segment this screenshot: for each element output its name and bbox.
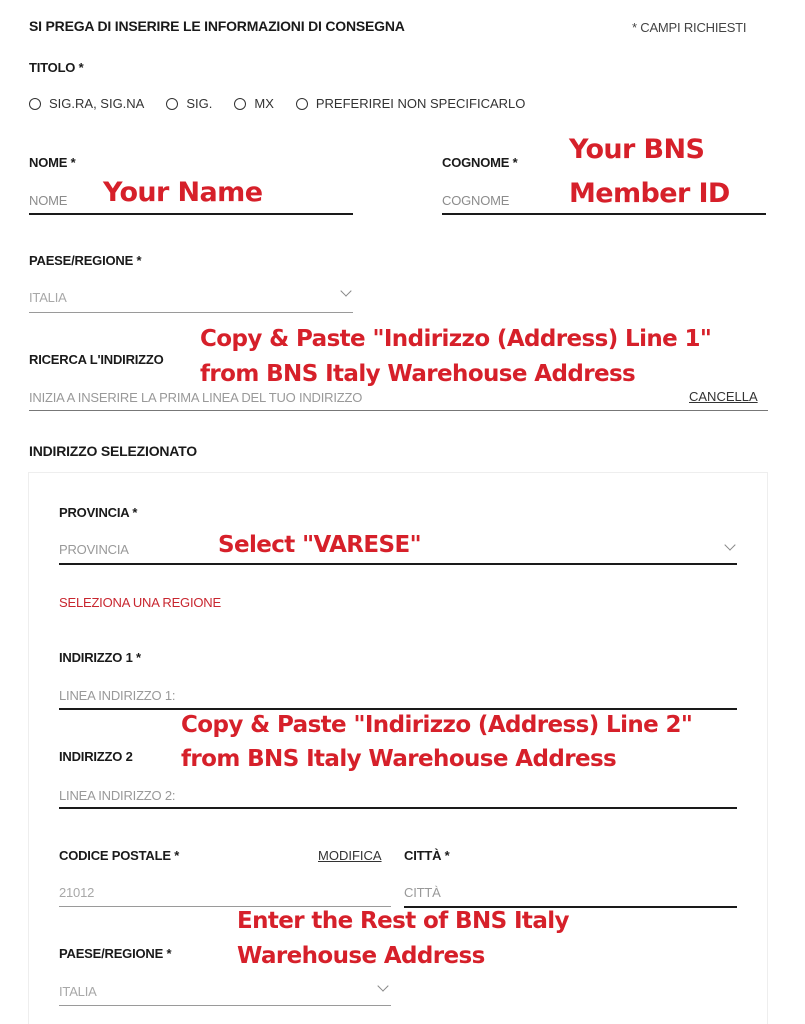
annotation-rest-b: Warehouse Address: [237, 943, 485, 969]
radio-circle-icon[interactable]: [234, 97, 247, 110]
title-radio-group: SIG.RA, SIG.NA SIG. MX PREFERIREI NON SP…: [29, 96, 547, 111]
nome-underline: [29, 213, 353, 215]
indirizzo2-input[interactable]: LINEA INDIRIZZO 2:: [59, 788, 737, 808]
annotation-provincia: Select "VARESE": [218, 532, 422, 558]
address-search-input[interactable]: INIZIA A INSERIRE LA PRIMA LINEA DEL TUO…: [29, 390, 669, 410]
radio-sig[interactable]: SIG.: [166, 96, 212, 111]
paese-select[interactable]: ITALIA: [29, 290, 353, 310]
annotation-line2-a: Copy & Paste "Indirizzo (Address) Line 2…: [181, 712, 693, 738]
annotation-line2-b: from BNS Italy Warehouse Address: [181, 746, 617, 772]
cap-edit-link[interactable]: MODIFICA: [318, 848, 382, 863]
annotation-rest-a: Enter the Rest of BNS Italy: [237, 908, 570, 934]
inner-paese-label: PAESE/REGIONE *: [59, 946, 172, 961]
provincia-error: SELEZIONA UNA REGIONE: [59, 595, 221, 610]
citta-input[interactable]: CITTÀ: [404, 885, 737, 905]
inner-paese-underline: [59, 1005, 391, 1006]
radio-circle-icon[interactable]: [295, 97, 308, 110]
selected-address-heading: INDIRIZZO SELEZIONATO: [29, 443, 197, 459]
cap-label: CODICE POSTALE *: [59, 848, 180, 863]
inner-paese-select[interactable]: ITALIA: [59, 984, 391, 1004]
required-note: * CAMPI RICHIESTI: [632, 20, 747, 35]
indirizzo2-label: INDIRIZZO 2: [59, 749, 133, 764]
radio-non-specificare[interactable]: PREFERIREI NON SPECIFICARLO: [295, 96, 525, 111]
annotation-line1-b: from BNS Italy Warehouse Address: [200, 361, 636, 387]
paese-label: PAESE/REGIONE *: [29, 253, 142, 268]
nome-label: NOME *: [29, 155, 76, 170]
annotation-line1-a: Copy & Paste "Indirizzo (Address) Line 1…: [200, 326, 712, 352]
radio-circle-icon[interactable]: [29, 97, 41, 110]
radio-mx[interactable]: MX: [234, 96, 274, 111]
annotation-member-id-2: Member ID: [569, 178, 730, 209]
provincia-underline: [59, 563, 737, 565]
annotation-name: Your Name: [103, 177, 263, 208]
annotation-member-id-1: Your BNS: [569, 134, 705, 165]
ricerca-label: RICERCA L'INDIRIZZO: [29, 352, 164, 367]
radio-circle-icon[interactable]: [166, 97, 179, 110]
cancel-link[interactable]: CANCELLA: [689, 389, 758, 404]
provincia-label: PROVINCIA *: [59, 505, 138, 520]
cognome-label: COGNOME *: [442, 155, 518, 170]
ricerca-underline: [29, 410, 768, 411]
radio-sigra[interactable]: SIG.RA, SIG.NA: [29, 96, 144, 111]
cognome-underline: [442, 213, 766, 215]
cap-input[interactable]: 21012: [59, 885, 391, 905]
indirizzo1-underline: [59, 708, 737, 710]
indirizzo1-label: INDIRIZZO 1 *: [59, 650, 141, 665]
indirizzo2-underline: [59, 807, 737, 809]
title-label: TITOLO *: [29, 60, 84, 75]
paese-underline: [29, 312, 353, 313]
page-title: SI PREGA DI INSERIRE LE INFORMAZIONI DI …: [29, 18, 405, 34]
indirizzo1-input[interactable]: LINEA INDIRIZZO 1:: [59, 688, 737, 708]
cap-underline: [59, 906, 391, 907]
citta-label: CITTÀ *: [404, 848, 450, 863]
